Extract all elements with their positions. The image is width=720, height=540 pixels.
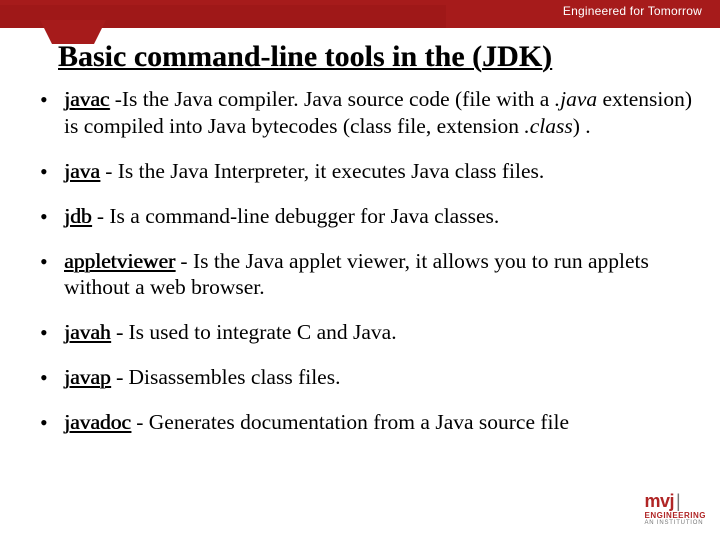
tool-desc: - Generates documentation from a Java so… <box>131 410 569 434</box>
tool-desc: - Is the Java Interpreter, it executes J… <box>100 159 544 183</box>
tool-desc: - Disassembles class files. <box>111 365 341 389</box>
tool-desc: - Is a command-line debugger for Java cl… <box>91 204 499 228</box>
tool-name: jdb <box>64 204 91 228</box>
slide-title: Basic command-line tools in the (JDK) <box>58 40 552 74</box>
bullet-item: appletviewer - Is the Java applet viewer… <box>38 248 698 302</box>
bullet-list: javac -Is the Java compiler. Java source… <box>38 86 698 454</box>
bullet-item: javac -Is the Java compiler. Java source… <box>38 86 698 140</box>
bullet-item: javap - Disassembles class files. <box>38 364 698 391</box>
tool-name: javap <box>64 365 111 389</box>
bullet-item: javah - Is used to integrate C and Java. <box>38 319 698 346</box>
header-bar: Engineered for Tomorrow <box>0 0 720 28</box>
bullet-item: jdb - Is a command-line debugger for Jav… <box>38 203 698 230</box>
tool-name: javac <box>64 87 109 111</box>
logo-sub2: AN INSTITUTION <box>644 520 706 526</box>
bullet-item: java - Is the Java Interpreter, it execu… <box>38 158 698 185</box>
logo-sub1: ENGINEERING <box>644 512 706 520</box>
tool-name: javah <box>64 320 111 344</box>
tool-desc: - Is used to integrate C and Java. <box>111 320 397 344</box>
tagline: Engineered for Tomorrow <box>563 4 702 18</box>
tool-name: java <box>64 159 100 183</box>
tool-name: appletviewer <box>64 249 175 273</box>
tool-name: javadoc <box>64 410 131 434</box>
footer-logo: mvj| ENGINEERING AN INSTITUTION <box>644 491 706 526</box>
tool-desc: -Is the Java compiler. Java source code … <box>64 87 692 138</box>
bullet-item: javadoc - Generates documentation from a… <box>38 409 698 436</box>
logo-text: mvj <box>644 491 674 511</box>
